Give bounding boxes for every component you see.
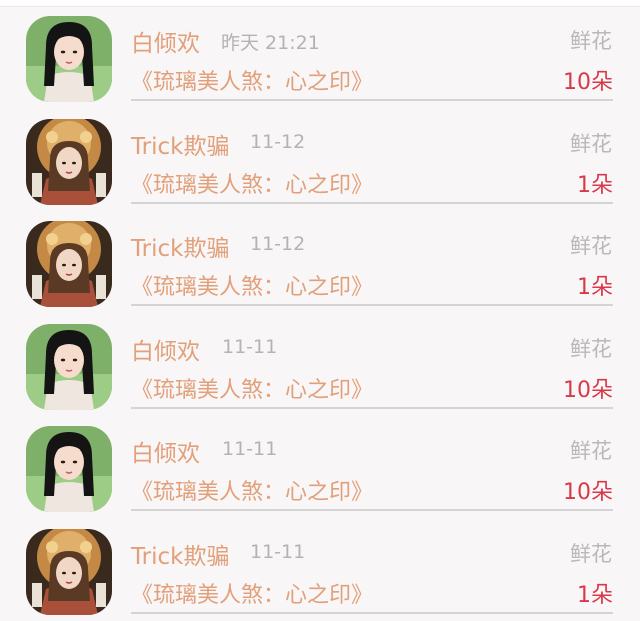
send-time: 昨天 21:21	[221, 28, 320, 55]
gift-count: 1朵	[577, 269, 613, 301]
sender-name[interactable]: Trick欺骗	[131, 537, 229, 571]
gift-type: 鲜花	[570, 538, 612, 568]
gift-record-row[interactable]: 白倾欢 昨天 21:21 鲜花 《琉璃美人煞：心之印》 10朵	[0, 6, 640, 109]
send-time: 11-11	[250, 541, 305, 563]
gift-record-row[interactable]: 白倾欢 11-11 鲜花 《琉璃美人煞：心之印》 10朵	[0, 416, 640, 519]
book-title[interactable]: 《琉璃美人煞：心之印》	[131, 64, 373, 96]
row-divider	[131, 304, 613, 306]
user-avatar[interactable]	[26, 324, 112, 410]
send-time: 11-12	[250, 131, 305, 153]
gift-record-row[interactable]: Trick欺骗 11-12 鲜花 《琉璃美人煞：心之印》 1朵	[0, 109, 640, 212]
send-time: 11-11	[222, 336, 277, 358]
gift-type: 鲜花	[570, 230, 612, 260]
user-avatar[interactable]	[26, 119, 112, 205]
book-title[interactable]: 《琉璃美人煞：心之印》	[131, 474, 373, 506]
sender-name[interactable]: Trick欺骗	[131, 127, 229, 161]
gift-type: 鲜花	[570, 333, 612, 363]
user-avatar[interactable]	[26, 16, 112, 102]
gift-record-row[interactable]: 白倾欢 11-11 鲜花 《琉璃美人煞：心之印》 10朵	[0, 314, 640, 417]
sender-name[interactable]: 白倾欢	[131, 434, 200, 468]
gift-count: 10朵	[563, 372, 613, 404]
book-title[interactable]: 《琉璃美人煞：心之印》	[131, 372, 373, 404]
row-divider	[131, 612, 613, 614]
book-title[interactable]: 《琉璃美人煞：心之印》	[131, 269, 373, 301]
user-avatar[interactable]	[26, 529, 112, 615]
user-avatar[interactable]	[26, 221, 112, 307]
gift-record-list: 白倾欢 昨天 21:21 鲜花 《琉璃美人煞：心之印》 10朵	[0, 6, 640, 621]
gift-count: 10朵	[563, 474, 613, 506]
row-divider	[131, 407, 613, 409]
gift-type: 鲜花	[570, 435, 612, 465]
book-title[interactable]: 《琉璃美人煞：心之印》	[131, 167, 373, 199]
sender-name[interactable]: 白倾欢	[131, 332, 200, 366]
sender-name[interactable]: 白倾欢	[131, 24, 200, 58]
sender-name[interactable]: Trick欺骗	[131, 229, 229, 263]
gift-type: 鲜花	[570, 25, 612, 55]
gift-record-row[interactable]: Trick欺骗 11-11 鲜花 《琉璃美人煞：心之印》 1朵	[0, 519, 640, 621]
gift-record-row[interactable]: Trick欺骗 11-12 鲜花 《琉璃美人煞：心之印》 1朵	[0, 211, 640, 314]
row-divider	[131, 99, 613, 101]
row-divider	[131, 509, 613, 511]
row-divider	[131, 202, 613, 204]
gift-count: 10朵	[563, 64, 613, 96]
send-time: 11-12	[250, 233, 305, 255]
gift-count: 1朵	[577, 167, 613, 199]
user-avatar[interactable]	[26, 426, 112, 512]
gift-type: 鲜花	[570, 128, 612, 158]
send-time: 11-11	[222, 438, 277, 460]
